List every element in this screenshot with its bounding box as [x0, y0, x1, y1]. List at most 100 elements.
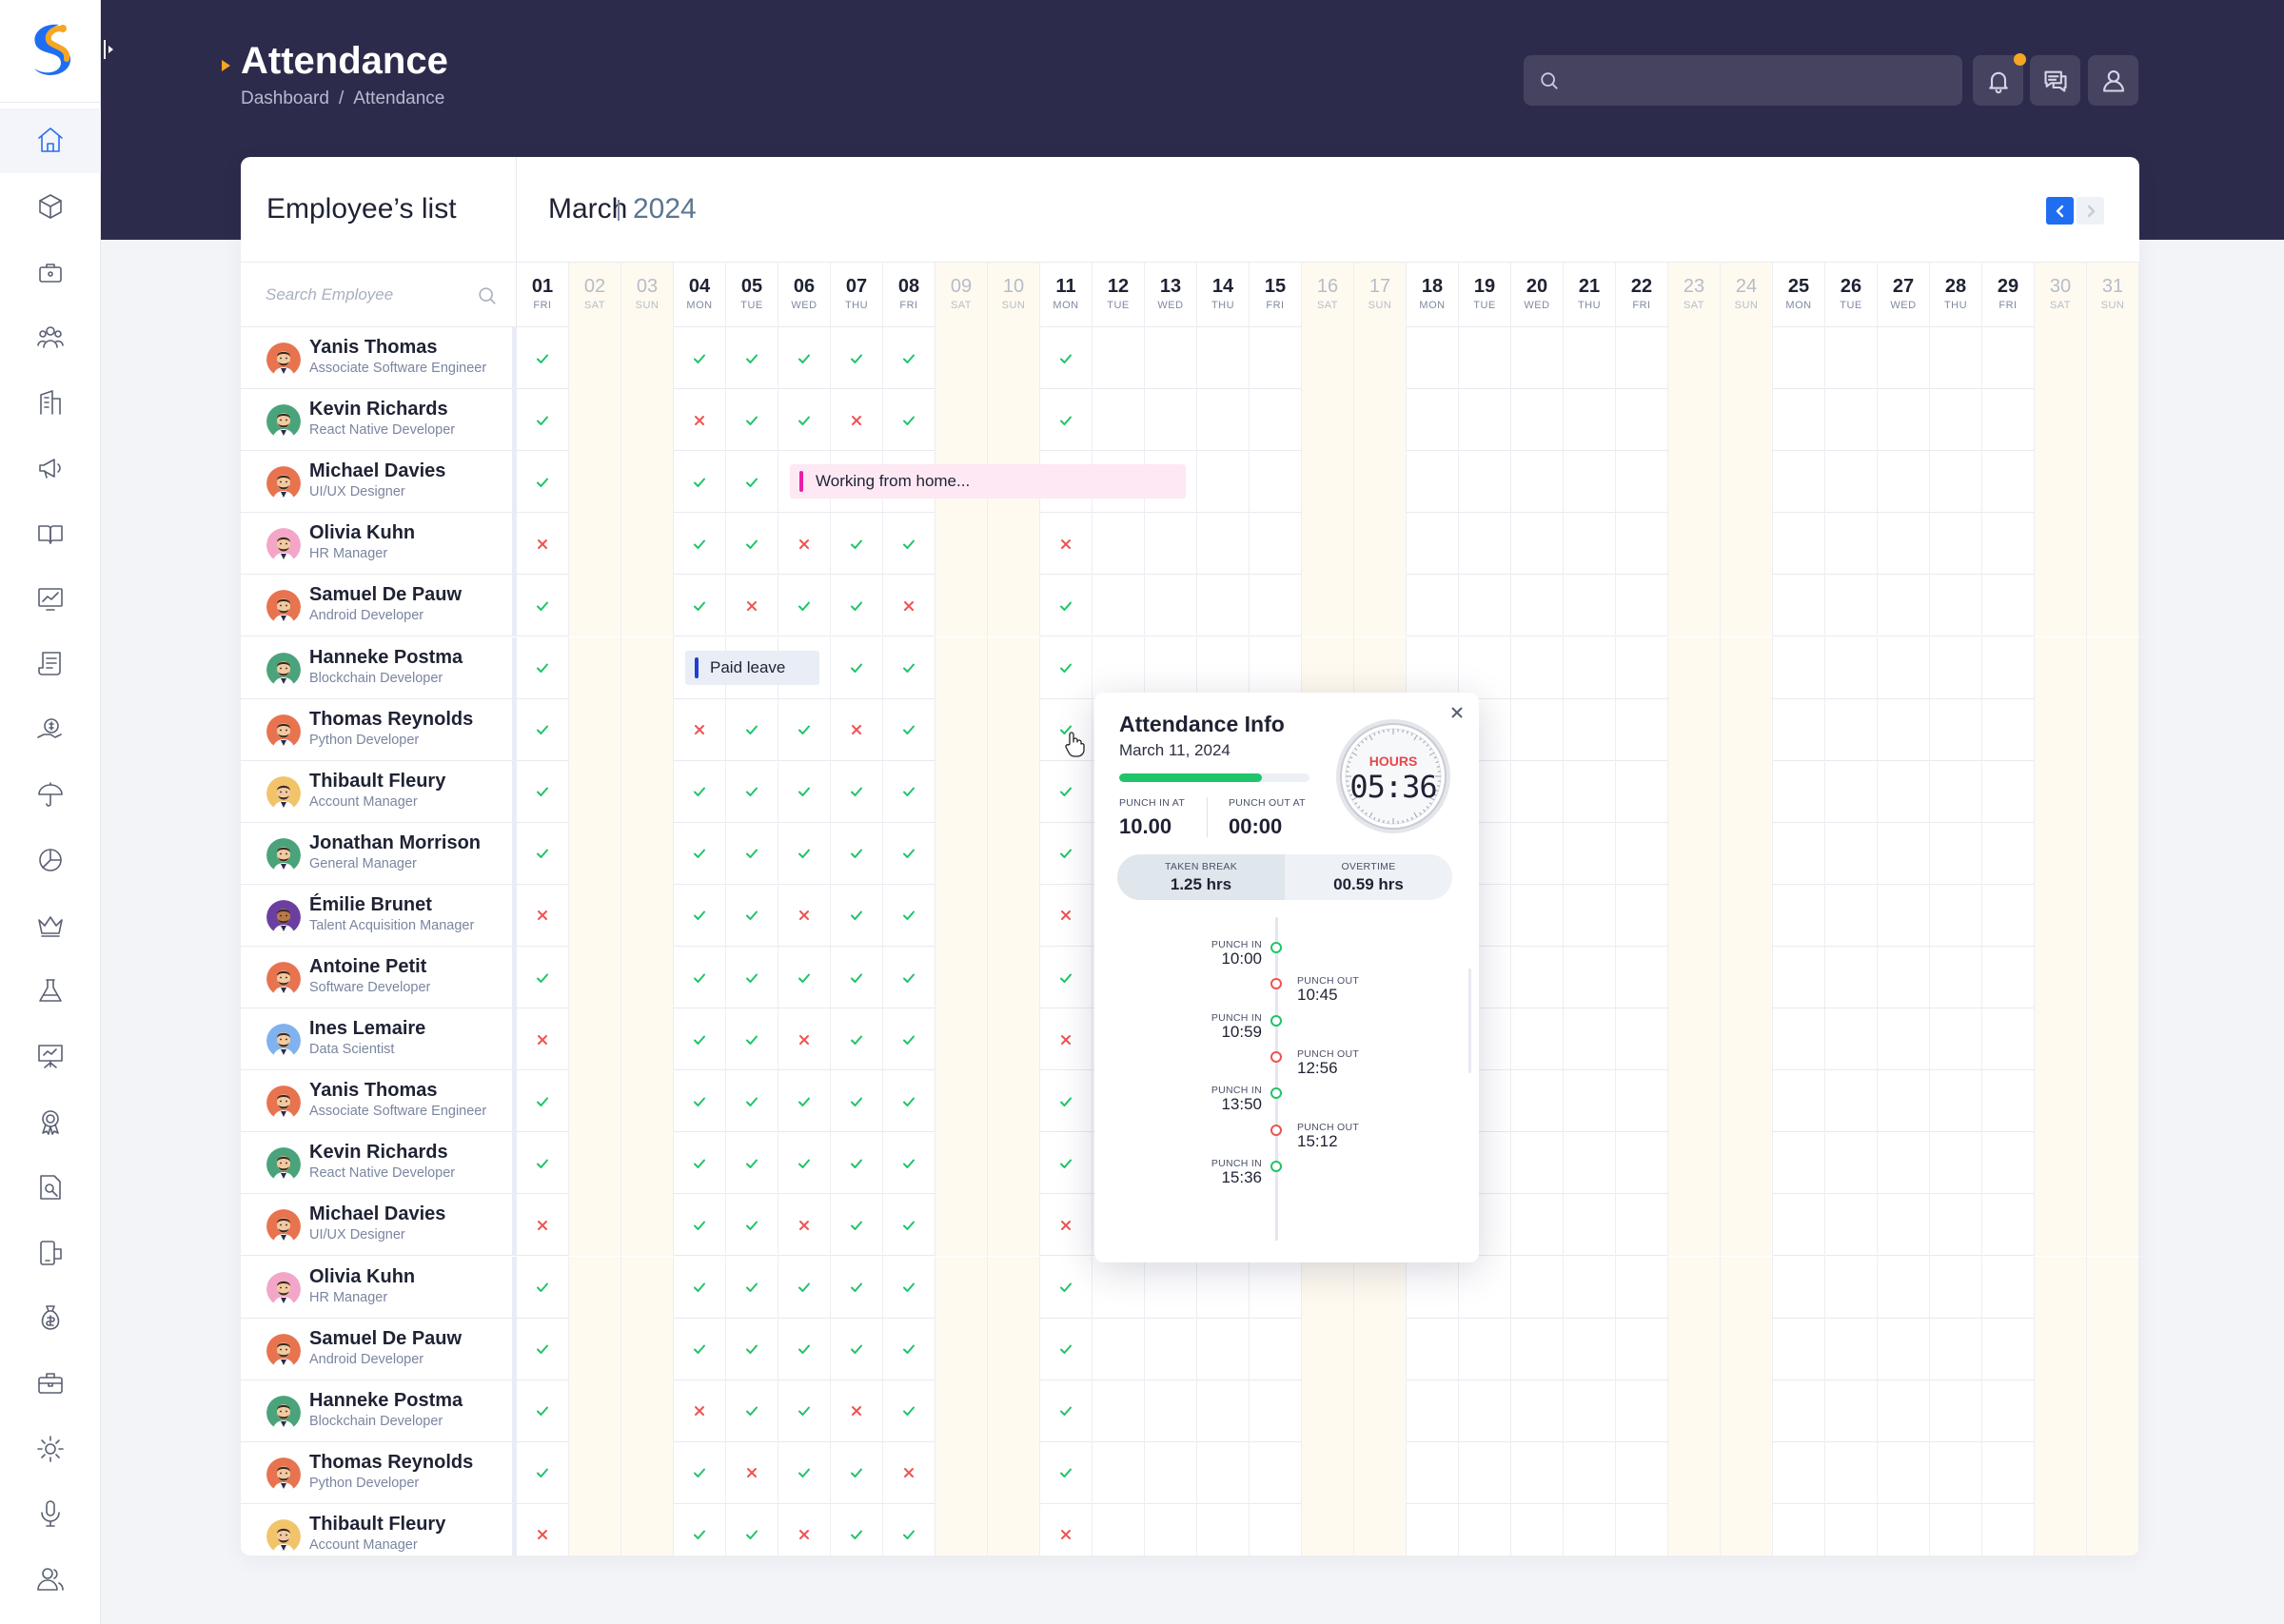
attendance-cell-23[interactable]	[1668, 1503, 1721, 1556]
attendance-cell-12[interactable]	[1093, 1441, 1145, 1504]
attendance-cell-16[interactable]	[1302, 451, 1354, 514]
attendance-cell-01[interactable]	[517, 1503, 569, 1556]
attendance-cell-30[interactable]	[2035, 760, 2087, 823]
attendance-cell-20[interactable]	[1511, 575, 1564, 637]
attendance-cell-22[interactable]	[1616, 1503, 1668, 1556]
sidebar-collapse-toggle[interactable]	[103, 38, 116, 61]
attendance-cell-02[interactable]	[569, 636, 621, 699]
attendance-cell-07[interactable]	[831, 1441, 883, 1504]
sidebar-item-flask[interactable]	[0, 959, 101, 1024]
attendance-cell-14[interactable]	[1197, 1379, 1250, 1442]
attendance-cell-30[interactable]	[2035, 1194, 2087, 1257]
attendance-cell-01[interactable]	[517, 327, 569, 389]
attendance-cell-10[interactable]	[988, 1441, 1040, 1504]
attendance-cell-16[interactable]	[1302, 1441, 1354, 1504]
attendance-cell-06[interactable]	[778, 1318, 831, 1380]
attendance-cell-27[interactable]	[1878, 947, 1930, 1008]
attendance-cell-27[interactable]	[1878, 884, 1930, 947]
attendance-cell-22[interactable]	[1616, 1070, 1668, 1133]
attendance-cell-13[interactable]	[1145, 513, 1197, 576]
attendance-cell-06[interactable]	[778, 513, 831, 576]
attendance-cell-16[interactable]	[1302, 327, 1354, 389]
attendance-cell-23[interactable]	[1668, 1318, 1721, 1380]
attendance-cell-31[interactable]	[2087, 822, 2139, 885]
attendance-cell-29[interactable]	[1982, 698, 2035, 761]
attendance-cell-04[interactable]	[674, 698, 726, 761]
attendance-cell-05[interactable]	[726, 575, 778, 637]
attendance-cell-02[interactable]	[569, 327, 621, 389]
attendance-cell-22[interactable]	[1616, 513, 1668, 576]
attendance-cell-10[interactable]	[988, 884, 1040, 947]
attendance-cell-06[interactable]	[778, 1194, 831, 1257]
attendance-cell-29[interactable]	[1982, 575, 2035, 637]
employee-info[interactable]: Yanis Thomas Associate Software Engineer	[241, 1070, 517, 1133]
attendance-cell-01[interactable]	[517, 698, 569, 761]
attendance-cell-31[interactable]	[2087, 451, 2139, 514]
attendance-cell-21[interactable]	[1564, 947, 1616, 1008]
attendance-cell-08[interactable]	[883, 760, 935, 823]
attendance-cell-13[interactable]	[1145, 1256, 1197, 1319]
attendance-cell-15[interactable]	[1250, 636, 1302, 699]
employee-info[interactable]: Hanneke Postma Blockchain Developer	[241, 1379, 517, 1442]
attendance-cell-27[interactable]	[1878, 1070, 1930, 1133]
attendance-cell-27[interactable]	[1878, 698, 1930, 761]
attendance-cell-20[interactable]	[1511, 1256, 1564, 1319]
attendance-cell-13[interactable]	[1145, 1318, 1197, 1380]
attendance-cell-26[interactable]	[1825, 947, 1878, 1008]
attendance-cell-02[interactable]	[569, 1132, 621, 1195]
attendance-cell-02[interactable]	[569, 1318, 621, 1380]
attendance-cell-15[interactable]	[1250, 1318, 1302, 1380]
attendance-cell-30[interactable]	[2035, 513, 2087, 576]
sidebar-item-settings-gear[interactable]	[0, 1417, 101, 1481]
attendance-cell-23[interactable]	[1668, 1070, 1721, 1133]
attendance-cell-04[interactable]	[674, 1194, 726, 1257]
attendance-cell-04[interactable]	[674, 513, 726, 576]
attendance-cell-11[interactable]	[1040, 884, 1093, 947]
attendance-cell-24[interactable]	[1721, 698, 1773, 761]
attendance-cell-07[interactable]	[831, 636, 883, 699]
attendance-cell-29[interactable]	[1982, 1379, 2035, 1442]
attendance-cell-25[interactable]	[1773, 822, 1825, 885]
attendance-cell-28[interactable]	[1930, 1194, 1982, 1257]
attendance-cell-17[interactable]	[1354, 1318, 1407, 1380]
attendance-cell-30[interactable]	[2035, 1379, 2087, 1442]
attendance-cell-23[interactable]	[1668, 1256, 1721, 1319]
employee-info[interactable]: Antoine Petit Software Developer	[241, 947, 517, 1008]
attendance-cell-16[interactable]	[1302, 513, 1354, 576]
attendance-cell-13[interactable]	[1145, 327, 1197, 389]
attendance-cell-25[interactable]	[1773, 1379, 1825, 1442]
attendance-cell-22[interactable]	[1616, 636, 1668, 699]
attendance-cell-04[interactable]	[674, 884, 726, 947]
attendance-cell-05[interactable]	[726, 1318, 778, 1380]
messages-button[interactable]	[2030, 55, 2080, 106]
attendance-cell-26[interactable]	[1825, 1132, 1878, 1195]
popup-scrollbar[interactable]	[1468, 969, 1471, 1073]
attendance-cell-22[interactable]	[1616, 1256, 1668, 1319]
attendance-cell-19[interactable]	[1459, 1503, 1511, 1556]
attendance-cell-18[interactable]	[1407, 327, 1459, 389]
attendance-cell-10[interactable]	[988, 698, 1040, 761]
attendance-cell-11[interactable]	[1040, 327, 1093, 389]
attendance-cell-02[interactable]	[569, 451, 621, 514]
attendance-cell-05[interactable]	[726, 1256, 778, 1319]
attendance-cell-11[interactable]	[1040, 1008, 1093, 1071]
attendance-cell-11[interactable]	[1040, 1503, 1093, 1556]
attendance-cell-07[interactable]	[831, 1503, 883, 1556]
attendance-cell-29[interactable]	[1982, 327, 2035, 389]
sidebar-item-microphone[interactable]	[0, 1481, 101, 1546]
attendance-cell-03[interactable]	[621, 327, 674, 389]
attendance-cell-24[interactable]	[1721, 513, 1773, 576]
attendance-cell-25[interactable]	[1773, 1132, 1825, 1195]
attendance-cell-29[interactable]	[1982, 1008, 2035, 1071]
sidebar-item-megaphone[interactable]	[0, 436, 101, 500]
attendance-cell-20[interactable]	[1511, 760, 1564, 823]
attendance-cell-02[interactable]	[569, 1503, 621, 1556]
attendance-cell-24[interactable]	[1721, 1132, 1773, 1195]
attendance-cell-31[interactable]	[2087, 327, 2139, 389]
attendance-cell-09[interactable]	[935, 636, 988, 699]
attendance-cell-16[interactable]	[1302, 389, 1354, 452]
attendance-cell-08[interactable]	[883, 327, 935, 389]
attendance-cell-01[interactable]	[517, 884, 569, 947]
attendance-cell-06[interactable]	[778, 822, 831, 885]
attendance-cell-17[interactable]	[1354, 636, 1407, 699]
